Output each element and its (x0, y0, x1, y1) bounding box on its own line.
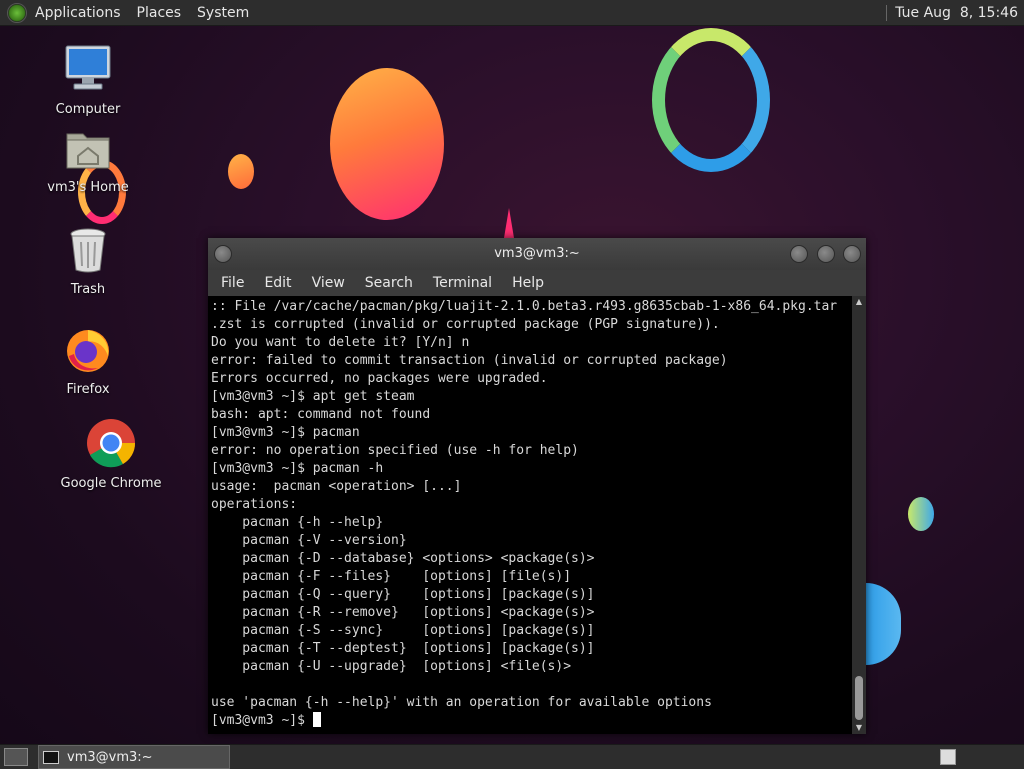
maximize-button[interactable] (817, 245, 835, 263)
terminal-line: Do you want to delete it? [Y/n] n (211, 335, 470, 350)
terminal-line: pacman {-h --help} (242, 515, 384, 530)
taskbar-terminal-button[interactable]: vm3@vm3:~ (38, 745, 230, 769)
minimize-button[interactable] (790, 245, 808, 263)
wallpaper-gradient-ring (652, 28, 770, 172)
terminal-line: [vm3@vm3 ~]$ apt get steam (211, 389, 415, 404)
terminal-line: pacman {-S --sync} [options] [package(s)… (242, 623, 595, 638)
trash-icon (70, 228, 106, 273)
window-title: vm3@vm3:~ (494, 246, 580, 261)
terminal-line: pacman {-T --deptest} [options] [package… (242, 641, 595, 656)
menu-file[interactable]: File (211, 275, 254, 291)
desktop-icon-label: Computer (55, 102, 121, 117)
show-desktop-icon[interactable] (4, 748, 28, 766)
system-menu[interactable]: System (197, 5, 249, 21)
scroll-down-arrow-icon[interactable]: ▼ (852, 722, 866, 734)
terminal-icon (43, 750, 59, 764)
wallpaper-small-orange-dot (228, 154, 254, 189)
scroll-up-arrow-icon[interactable]: ▲ (852, 296, 866, 308)
terminal-line: pacman {-F --files} [options] [file(s)] (242, 569, 572, 584)
terminal-line: error: failed to commit transaction (inv… (211, 353, 728, 368)
terminal-text: :: File /var/cache/pacman/pkg/luajit-2.1… (208, 296, 852, 732)
wallpaper-orange-ellipse (330, 68, 444, 220)
terminal-output[interactable]: :: File /var/cache/pacman/pkg/luajit-2.1… (208, 296, 852, 734)
terminal-line: pacman {-D --database} <options> <packag… (242, 551, 595, 566)
menu-edit[interactable]: Edit (254, 275, 301, 291)
terminal-line: Errors occurred, no packages were upgrad… (211, 371, 548, 386)
terminal-line: pacman {-V --version} (242, 533, 407, 548)
menu-search[interactable]: Search (355, 275, 423, 291)
terminal-menubar: File Edit View Search Terminal Help (208, 270, 866, 296)
desktop-icon-label: vm3's Home (47, 180, 129, 195)
wallpaper-blue-half-circle (866, 583, 901, 665)
firefox-icon (67, 330, 109, 372)
menu-help[interactable]: Help (502, 275, 554, 291)
computer-icon (65, 45, 111, 90)
desktop-icon-trash[interactable]: Trash (28, 228, 148, 297)
terminal-prompt: [vm3@vm3 ~]$ (211, 713, 313, 728)
terminal-scrollbar[interactable]: ▲ ▼ (852, 296, 866, 734)
desktop-icon-label: Firefox (66, 382, 110, 397)
desktop-icon-firefox[interactable]: Firefox (28, 326, 148, 397)
window-titlebar[interactable]: vm3@vm3:~ (208, 238, 866, 270)
terminal-line: [vm3@vm3 ~]$ pacman (211, 425, 360, 440)
menu-terminal[interactable]: Terminal (423, 275, 502, 291)
terminal-window[interactable]: vm3@vm3:~ File Edit View Search Terminal… (208, 238, 866, 734)
bottom-panel: vm3@vm3:~ (0, 744, 1024, 769)
chrome-icon (87, 419, 136, 468)
wallpaper-green-dot (908, 497, 934, 531)
terminal-line: [vm3@vm3 ~]$ pacman -h (211, 461, 384, 476)
terminal-line: usage: pacman <operation> [...] (211, 479, 462, 494)
desktop-icon-home[interactable]: vm3's Home (28, 128, 148, 195)
workspace-switcher[interactable] (940, 749, 956, 765)
close-button[interactable] (843, 245, 861, 263)
terminal-cursor (312, 712, 321, 727)
terminal-line: :: File /var/cache/pacman/pkg/luajit-2.1… (211, 299, 838, 314)
desktop-icon-label: Google Chrome (60, 476, 162, 491)
menu-view[interactable]: View (302, 275, 355, 291)
clock[interactable]: Tue Aug 8, 15:46 (895, 5, 1018, 21)
panel-separator (886, 4, 888, 21)
terminal-line: operations: (211, 497, 298, 512)
terminal-line: use 'pacman {-h --help}' with an operati… (211, 695, 712, 710)
wallpaper-pink-spike (504, 208, 514, 238)
desktop-icon-chrome[interactable]: Google Chrome (51, 418, 171, 491)
menu-logo-icon[interactable] (7, 2, 27, 23)
terminal-line: pacman {-R --remove} [options] <package(… (242, 605, 595, 620)
terminal-line: bash: apt: command not found (211, 407, 431, 422)
applications-menu[interactable]: Applications (35, 5, 121, 21)
places-menu[interactable]: Places (137, 5, 182, 21)
terminal-line: pacman {-Q --query} [options] [package(s… (242, 587, 595, 602)
terminal-line: error: no operation specified (use -h fo… (211, 443, 579, 458)
taskbar-label: vm3@vm3:~ (67, 749, 153, 765)
scroll-thumb[interactable] (855, 676, 863, 720)
home-folder-icon (66, 133, 110, 169)
terminal-line: .zst is corrupted (invalid or corrupted … (211, 317, 720, 332)
desktop-icon-label: Trash (70, 282, 106, 297)
terminal-line: pacman {-U --upgrade} [options] <file(s)… (242, 659, 572, 674)
desktop-icon-computer[interactable]: Computer (28, 44, 148, 117)
top-panel: Applications Places System Tue Aug 8, 15… (0, 0, 1024, 26)
